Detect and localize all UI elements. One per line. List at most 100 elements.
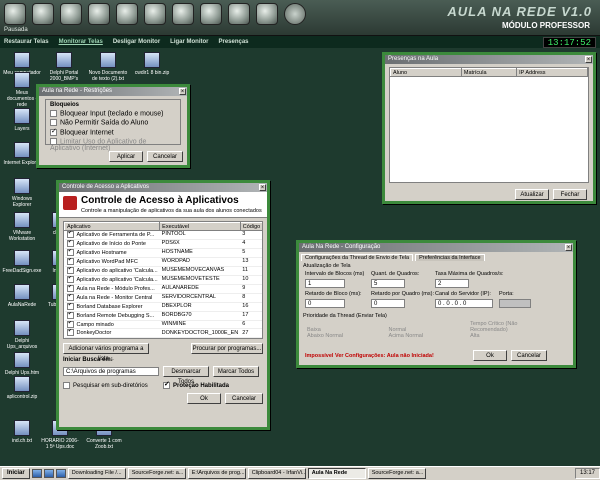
checkbox[interactable] bbox=[50, 119, 57, 127]
fechar-button[interactable]: Fechar bbox=[553, 189, 587, 200]
table-row[interactable]: Aplicativo de Início do PontePDS6X4 bbox=[64, 239, 262, 249]
desktop-icon[interactable]: AulaNaRede bbox=[2, 284, 42, 308]
cancelar-button[interactable]: Cancelar bbox=[225, 393, 263, 404]
checkbox[interactable] bbox=[66, 302, 74, 310]
ie-icon[interactable] bbox=[31, 469, 42, 478]
subdirs-option[interactable]: Pesquisar em sub-diretórios bbox=[63, 382, 148, 389]
checkbox[interactable] bbox=[66, 231, 74, 238]
close-icon[interactable]: × bbox=[585, 56, 592, 63]
checkbox[interactable] bbox=[50, 127, 57, 136]
desmarcar-todos-button[interactable]: Desmarcar Todos bbox=[163, 366, 209, 385]
ok-button[interactable]: Ok bbox=[187, 393, 221, 404]
checkbox[interactable] bbox=[66, 293, 74, 301]
settings-icon[interactable] bbox=[172, 3, 194, 25]
procurar-button[interactable]: Procurar por programas... bbox=[191, 343, 263, 354]
desktop-icon[interactable]: Delphi Portal 2000_BMP's bbox=[44, 52, 84, 82]
start-button[interactable]: Iniciar bbox=[2, 468, 30, 479]
aplicar-button[interactable]: Aplicar bbox=[109, 151, 143, 162]
checkbox[interactable] bbox=[66, 266, 74, 274]
marcar-todos-button[interactable]: Marcar Todos bbox=[213, 366, 259, 377]
checkbox[interactable] bbox=[66, 239, 74, 247]
desktop-icon[interactable]: FreeDadSign.exe bbox=[2, 250, 42, 274]
priority-option[interactable]: Acima Normal bbox=[389, 333, 469, 339]
checkbox[interactable] bbox=[63, 382, 70, 389]
close-icon[interactable]: × bbox=[565, 244, 572, 251]
option-bloquear-input[interactable]: Bloquear Input (teclado e mouse) bbox=[50, 110, 176, 117]
menu-presencas[interactable]: Presenças bbox=[219, 39, 249, 45]
checkbox[interactable] bbox=[68, 338, 74, 339]
table-row[interactable]: Editor do RegistroREGEDIT1 bbox=[64, 337, 262, 339]
hand-icon[interactable] bbox=[60, 3, 82, 25]
table-row[interactable]: Aplicativo do aplicativo 'Calcula...MUSE… bbox=[64, 275, 262, 285]
checkbox[interactable] bbox=[66, 320, 74, 328]
desktop-icon[interactable]: Novo Documento de texto (2).txt bbox=[88, 52, 128, 82]
column-header-executavel[interactable]: Executável bbox=[159, 222, 241, 231]
taskbar-item[interactable]: Downloading File /... bbox=[67, 468, 126, 479]
column-header-aplicativo[interactable]: Aplicativo bbox=[64, 222, 161, 231]
checkbox[interactable] bbox=[50, 138, 57, 146]
explorer-icon[interactable] bbox=[43, 469, 54, 478]
taskbar-item[interactable]: E:\Arquivos de prog... bbox=[187, 468, 246, 479]
cancelar-button[interactable]: Cancelar bbox=[147, 151, 183, 162]
table-row[interactable]: Aplicativo de Ferramenta de P...PINTOOL3 bbox=[64, 230, 262, 240]
network-icon[interactable] bbox=[200, 3, 222, 25]
menu-monitorar-telas[interactable]: Monitorar Telas bbox=[59, 39, 103, 45]
quant-input[interactable]: 5 bbox=[371, 279, 405, 288]
adicionar-button[interactable]: Adicionar vários programa a lista... bbox=[63, 343, 149, 362]
column-header-codigo[interactable]: Código bbox=[239, 222, 262, 231]
column-header-aluno[interactable]: Aluno bbox=[390, 68, 462, 77]
lightbulb-icon[interactable] bbox=[32, 3, 54, 25]
checkbox[interactable] bbox=[50, 110, 57, 117]
checkbox[interactable] bbox=[66, 311, 74, 319]
table-row[interactable]: Borland Remote Debugging S...BORDBG7017 bbox=[64, 311, 262, 321]
apps-table[interactable]: Aplicativo Executável Código Aplicativo … bbox=[63, 221, 263, 339]
desktop-icon[interactable]: Delphi Ups_arquivos bbox=[2, 320, 42, 350]
download-icon[interactable] bbox=[228, 3, 250, 25]
power-icon[interactable] bbox=[284, 3, 306, 25]
table-row[interactable]: Aplicativo do aplicativo 'Calcula...MUSE… bbox=[64, 266, 262, 276]
group-icon[interactable] bbox=[144, 3, 166, 25]
tab-interface[interactable]: Preferências da Interface bbox=[415, 254, 485, 261]
cancelar-button[interactable]: Cancelar bbox=[511, 350, 547, 361]
desktop-icon[interactable]: Windows Explorer bbox=[2, 178, 42, 208]
star-icon[interactable] bbox=[88, 3, 110, 25]
retardo-blocos-input[interactable]: 0 bbox=[305, 299, 345, 308]
checkbox[interactable] bbox=[163, 380, 170, 389]
menu-desligar-monitor[interactable]: Desligar Monitor bbox=[113, 39, 160, 45]
desktop-icon[interactable]: cwdir1 8 bin.zip bbox=[132, 52, 172, 76]
desktop-icon[interactable]: ind.ch.txt bbox=[2, 420, 42, 444]
table-row[interactable]: Borland Database ExplorerDBEXPLOR16 bbox=[64, 302, 262, 312]
menu-restaurar-telas[interactable]: Restaurar Telas bbox=[4, 39, 49, 45]
taskbar-item[interactable]: Clipboard04 - IrfanVi... bbox=[247, 468, 306, 479]
atualizar-button[interactable]: Atualizar bbox=[515, 189, 549, 200]
menu-ligar-monitor[interactable]: Ligar Monitor bbox=[170, 39, 208, 45]
taskbar-item[interactable]: SourceForge.net: a... bbox=[127, 468, 186, 479]
monitor-icon[interactable] bbox=[4, 3, 26, 25]
taxa-input[interactable]: 2 bbox=[435, 279, 469, 288]
checkbox[interactable] bbox=[66, 257, 74, 265]
desktop-icon[interactable]: VMware Workstation bbox=[2, 212, 42, 242]
computer-icon[interactable] bbox=[256, 3, 278, 25]
checkbox[interactable] bbox=[66, 329, 74, 337]
search-path-input[interactable]: C:\Arquivos de programas bbox=[63, 367, 159, 376]
porta-input[interactable] bbox=[499, 299, 531, 308]
ip-input[interactable]: 0 . 0 . 0 . 0 bbox=[435, 299, 493, 308]
taskbar-item[interactable]: Aula Na Rede bbox=[307, 468, 366, 479]
priority-option[interactable]: Abaixo Normal bbox=[307, 333, 387, 339]
table-row[interactable]: Aplicativo HostnameHOSTNAME5 bbox=[64, 248, 262, 258]
protecao-option[interactable]: Proteção Habilitada bbox=[163, 380, 229, 389]
table-row[interactable]: Aplicativo WordPad MFCWORDPAD13 bbox=[64, 257, 262, 267]
desktop-icon[interactable]: Delphi Ups.htm bbox=[2, 352, 42, 376]
desktop-icon[interactable] bbox=[55, 469, 66, 478]
option-nao-permitir-saida[interactable]: Não Permitir Saída do Aluno bbox=[50, 119, 176, 127]
checkbox[interactable] bbox=[66, 275, 74, 283]
checkbox[interactable] bbox=[66, 284, 74, 292]
column-header-ip[interactable]: IP Address bbox=[516, 68, 588, 77]
taskbar-item[interactable]: SourceForge.net: a... bbox=[367, 468, 426, 479]
interval-input[interactable]: 1 bbox=[305, 279, 345, 288]
table-row[interactable]: Aula na Rede - Monitor CentralSERVIDORCE… bbox=[64, 293, 262, 303]
retardo-quadro-input[interactable]: 0 bbox=[371, 299, 405, 308]
priority-option[interactable]: Tempo Crítico (Não Recomendado) bbox=[470, 321, 546, 333]
desktop-icon[interactable]: aplicontrol.zip bbox=[2, 376, 42, 400]
option-bloquear-internet[interactable]: Bloquear Internet bbox=[50, 127, 176, 136]
